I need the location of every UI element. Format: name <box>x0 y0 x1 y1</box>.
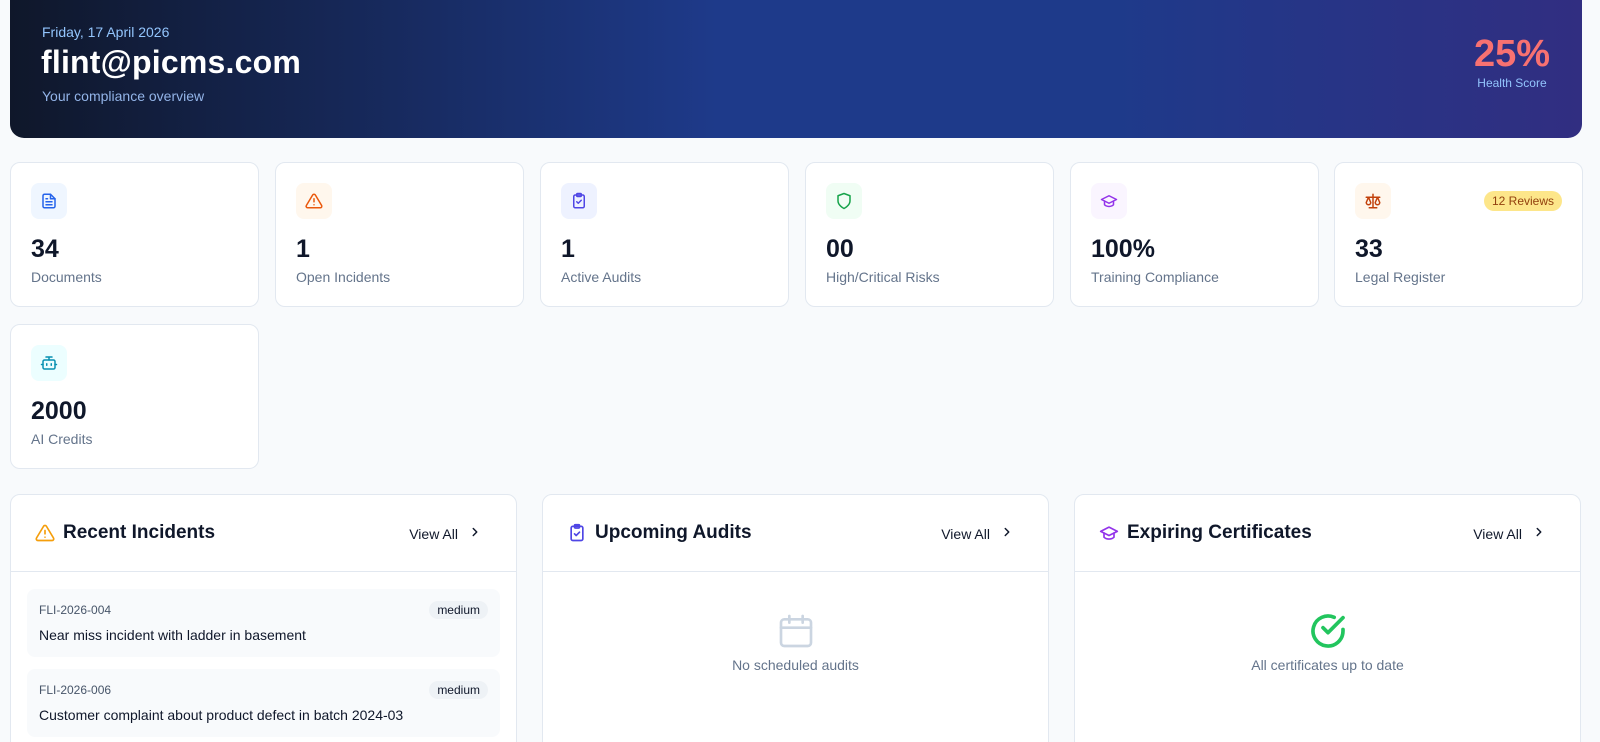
header-banner: Friday, 17 April 2026 flint@picms.com Yo… <box>10 0 1582 138</box>
stat-card-high-critical-risks[interactable]: 00 High/Critical Risks <box>805 162 1054 307</box>
robot-icon <box>31 345 67 381</box>
panel-title: Recent Incidents <box>63 522 216 543</box>
graduation-cap-icon <box>1099 523 1119 543</box>
incident-description: Customer complaint about product defect … <box>39 707 404 723</box>
check-circle-icon <box>1308 611 1348 651</box>
stat-value: 100% <box>1091 235 1155 263</box>
shield-icon <box>826 183 862 219</box>
stat-value: 00 <box>826 235 854 263</box>
stat-label: Training Compliance <box>1091 269 1219 285</box>
health-score: 25% Health Score <box>1474 32 1550 90</box>
warning-icon <box>35 523 55 543</box>
stat-value: 1 <box>561 235 575 263</box>
graduation-cap-icon <box>1091 183 1127 219</box>
reviews-badge: 12 Reviews <box>1483 191 1562 211</box>
upcoming-audits-panel: Upcoming Audits View All No scheduled au… <box>542 494 1049 742</box>
health-score-label: Health Score <box>1477 76 1547 90</box>
current-date: Friday, 17 April 2026 <box>42 24 170 40</box>
expiring-certificates-panel: Expiring Certificates View All All certi… <box>1074 494 1581 742</box>
clipboard-check-icon <box>567 523 587 543</box>
stat-label: Legal Register <box>1355 269 1446 285</box>
stat-label: AI Credits <box>31 431 93 447</box>
recent-incidents-panel: Recent Incidents View All FLI-2026-004 m… <box>10 494 517 742</box>
view-all-label: View All <box>409 525 458 542</box>
empty-state: No scheduled audits <box>543 611 1048 673</box>
document-icon <box>31 183 67 219</box>
chevron-right-icon <box>468 525 482 542</box>
stat-card-ai-credits[interactable]: 2000 AI Credits <box>10 324 259 469</box>
stat-card-active-audits[interactable]: 1 Active Audits <box>540 162 789 307</box>
panel-title: Upcoming Audits <box>595 522 752 543</box>
stat-value: 33 <box>1355 235 1383 263</box>
view-all-audits-link[interactable]: View All <box>941 525 1014 542</box>
empty-state: All certificates up to date <box>1075 611 1580 673</box>
incident-item[interactable]: FLI-2026-006 medium Customer complaint a… <box>27 669 500 737</box>
view-all-label: View All <box>1473 525 1522 542</box>
chevron-right-icon <box>1532 525 1546 542</box>
stat-label: Documents <box>31 269 102 285</box>
empty-state-text: No scheduled audits <box>732 657 859 673</box>
chevron-right-icon <box>1000 525 1014 542</box>
clipboard-check-icon <box>561 183 597 219</box>
severity-badge: medium <box>429 681 488 699</box>
stat-card-training-compliance[interactable]: 100% Training Compliance <box>1070 162 1319 307</box>
severity-badge: medium <box>429 601 488 619</box>
stat-value: 2000 <box>31 397 87 425</box>
scale-icon <box>1355 183 1391 219</box>
stat-card-documents[interactable]: 34 Documents <box>10 162 259 307</box>
panel-header: Upcoming Audits View All <box>543 495 1048 572</box>
incident-ref: FLI-2026-004 <box>39 603 112 617</box>
stat-label: High/Critical Risks <box>826 269 940 285</box>
stat-label: Open Incidents <box>296 269 391 285</box>
warning-icon <box>296 183 332 219</box>
view-all-label: View All <box>941 525 990 542</box>
stat-card-legal-register[interactable]: 12 Reviews 33 Legal Register <box>1334 162 1583 307</box>
incident-description: Near miss incident with ladder in baseme… <box>39 627 306 643</box>
header-subtitle: Your compliance overview <box>42 88 205 104</box>
panel-header: Expiring Certificates View All <box>1075 495 1580 572</box>
view-all-incidents-link[interactable]: View All <box>409 525 482 542</box>
stat-card-open-incidents[interactable]: 1 Open Incidents <box>275 162 524 307</box>
panel-title: Expiring Certificates <box>1127 522 1312 543</box>
empty-state-text: All certificates up to date <box>1251 657 1404 673</box>
view-all-certificates-link[interactable]: View All <box>1473 525 1546 542</box>
panel-header: Recent Incidents View All <box>11 495 516 572</box>
stat-label: Active Audits <box>561 269 642 285</box>
user-email: flint@picms.com <box>41 44 302 80</box>
health-score-value: 25% <box>1473 33 1550 75</box>
stat-value: 1 <box>296 235 310 263</box>
stat-value: 34 <box>31 235 59 263</box>
calendar-icon <box>776 611 816 651</box>
incident-ref: FLI-2026-006 <box>39 683 112 697</box>
incident-item[interactable]: FLI-2026-004 medium Near miss incident w… <box>27 589 500 657</box>
